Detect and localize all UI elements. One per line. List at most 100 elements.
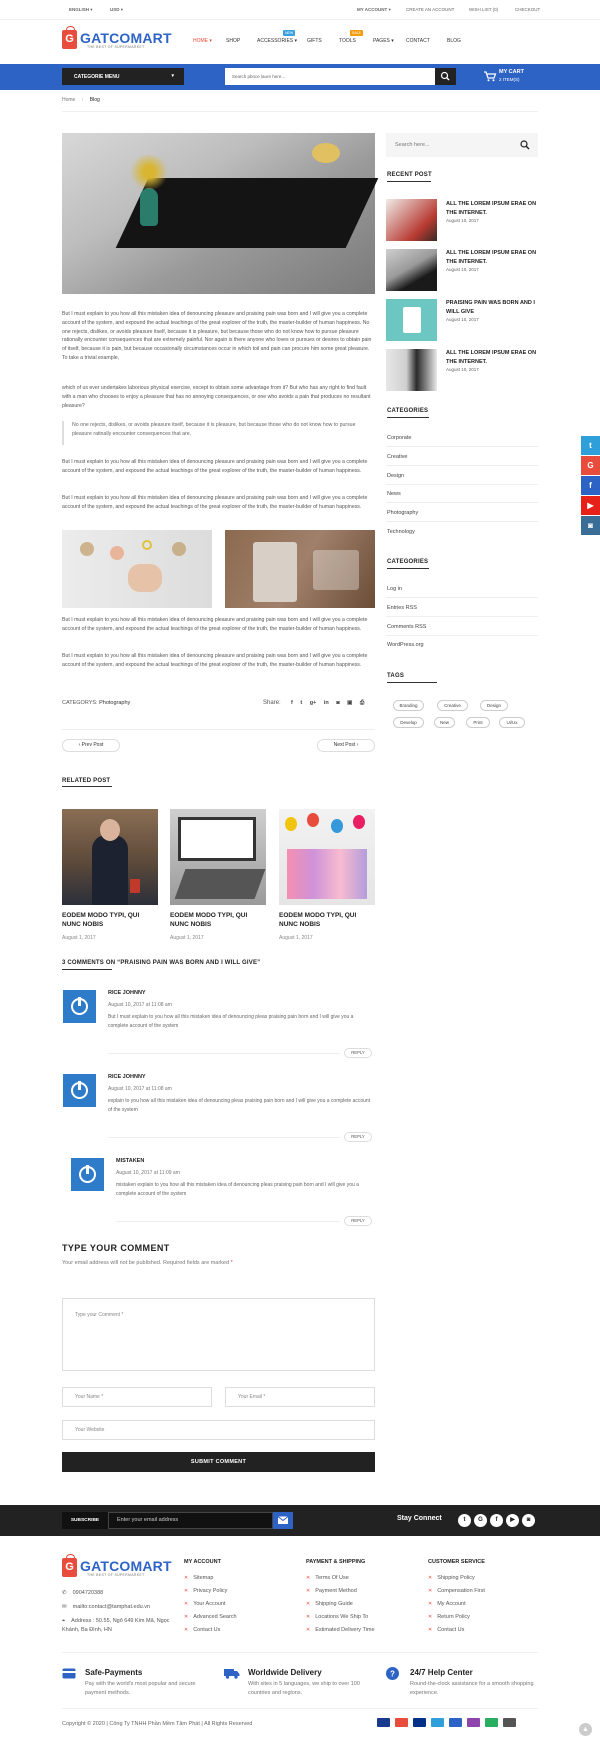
checkout-link[interactable]: CHECKOUT bbox=[515, 7, 540, 12]
facebook-icon[interactable]: f bbox=[490, 1514, 503, 1527]
nav-shop[interactable]: SHOP bbox=[226, 38, 240, 44]
instagram-icon[interactable]: ◙ bbox=[581, 516, 600, 535]
wishlist-link[interactable]: WISH LIST (0) bbox=[469, 7, 498, 12]
category-item[interactable]: Corporate bbox=[387, 435, 411, 441]
meta-item[interactable]: Log in bbox=[387, 586, 402, 592]
nav-contact[interactable]: CONTACT bbox=[406, 38, 430, 44]
logo-text[interactable]: GATCOMART bbox=[80, 30, 172, 46]
twitter-icon[interactable]: t bbox=[581, 436, 600, 455]
recent-post-title-2[interactable]: ALL THE LOREM IPSUM ERAE ON THE INTERNET… bbox=[446, 249, 538, 266]
comment-textarea[interactable]: Type your Comment * bbox=[62, 1298, 375, 1371]
footer-link[interactable]: ✕ Compensation First bbox=[428, 1588, 485, 1594]
create-account-link[interactable]: CREATE AN ACCOUNT bbox=[406, 7, 454, 12]
facebook-icon[interactable]: f bbox=[581, 476, 600, 495]
footer-link[interactable]: ✕ Sitemap bbox=[184, 1575, 213, 1581]
language-select[interactable]: ENGLISH ▾ bbox=[69, 7, 93, 13]
newsletter-submit-button[interactable] bbox=[273, 1512, 293, 1529]
nav-gifts[interactable]: GIFTS bbox=[307, 38, 322, 44]
recent-post-title-1[interactable]: ALL THE LOREM IPSUM ERAE ON THE INTERNET… bbox=[446, 200, 538, 217]
google-icon[interactable]: G bbox=[581, 456, 600, 475]
email-text[interactable]: mailto:contact@tamphat.edu.vn bbox=[73, 1604, 150, 1610]
category-item[interactable]: Design bbox=[387, 473, 404, 479]
category-menu-button[interactable]: CATEGORIE MENU ▾ bbox=[62, 68, 184, 85]
recent-post-title-3[interactable]: PRAISING PAIN WAS BORN AND I WILL GIVE bbox=[446, 299, 538, 316]
tag-item[interactable]: Print bbox=[466, 717, 490, 728]
tag-item[interactable]: Design bbox=[480, 700, 508, 711]
cart-button[interactable]: MY CART 2 ITEM(S) bbox=[483, 68, 543, 86]
recent-post-image-3[interactable] bbox=[386, 299, 437, 341]
email-field[interactable]: Your Email * bbox=[225, 1387, 375, 1407]
twitter-icon[interactable]: t bbox=[300, 700, 302, 706]
nav-accessories[interactable]: ACCESSORIES ▾ bbox=[257, 38, 297, 44]
footer-link[interactable]: ✕ Shipping Guide bbox=[306, 1601, 353, 1607]
facebook-icon[interactable]: f bbox=[291, 700, 293, 706]
phone-text[interactable]: 0904720388 bbox=[73, 1590, 104, 1596]
tag-item[interactable]: Ui/Ux bbox=[499, 717, 525, 728]
category-item[interactable]: News bbox=[387, 491, 401, 497]
reply-button[interactable]: REPLY bbox=[344, 1132, 372, 1142]
related-image-2[interactable] bbox=[170, 809, 266, 905]
tag-item[interactable]: Develop bbox=[393, 717, 424, 728]
website-field[interactable]: Your Website bbox=[62, 1420, 375, 1440]
tumblr-icon[interactable]: ▣ bbox=[347, 700, 352, 706]
name-field[interactable]: Your Name * bbox=[62, 1387, 212, 1407]
google-icon[interactable]: G bbox=[474, 1514, 487, 1527]
google-plus-icon[interactable]: g+ bbox=[310, 700, 317, 706]
recent-post-image-2[interactable] bbox=[386, 249, 437, 291]
back-to-top-icon[interactable]: ▲ bbox=[579, 1723, 592, 1736]
footer-logo-text[interactable]: GATCOMART bbox=[80, 1558, 172, 1574]
category-link[interactable]: Photography bbox=[99, 700, 130, 706]
related-title-1[interactable]: EODEM MODO TYPI, QUI NUNC NOBIS bbox=[62, 912, 158, 929]
instagram-icon[interactable]: ◙ bbox=[336, 700, 339, 706]
twitter-icon[interactable]: t bbox=[458, 1514, 471, 1527]
meta-item[interactable]: Comments RSS bbox=[387, 624, 426, 630]
footer-link[interactable]: ✕ Shipping Policy bbox=[428, 1575, 475, 1581]
nav-pages[interactable]: PAGES ▾ bbox=[373, 38, 394, 44]
footer-link[interactable]: ✕ Your Account bbox=[184, 1601, 225, 1607]
currency-select[interactable]: USD ▾ bbox=[110, 7, 123, 13]
prev-post-button[interactable]: ‹ Prev Post bbox=[62, 739, 120, 752]
my-account-link[interactable]: MY ACCOUNT ▾ bbox=[357, 7, 391, 13]
tag-item[interactable]: Creative bbox=[437, 700, 468, 711]
recent-post-image-4[interactable] bbox=[386, 349, 437, 391]
tag-item[interactable]: New bbox=[434, 717, 455, 728]
related-title-3[interactable]: EODEM MODO TYPI, QUI NUNC NOBIS bbox=[279, 912, 375, 929]
footer-link[interactable]: ✕ Locations We Ship To bbox=[306, 1614, 368, 1620]
footer-link[interactable]: ✕ Privacy Policy bbox=[184, 1588, 227, 1594]
reply-button[interactable]: REPLY bbox=[344, 1216, 372, 1226]
related-title-2[interactable]: EODEM MODO TYPI, QUI NUNC NOBIS bbox=[170, 912, 266, 929]
nav-blog[interactable]: BLOG bbox=[447, 38, 461, 44]
recent-post-title-4[interactable]: ALL THE LOREM IPSUM ERAE ON THE INTERNET… bbox=[446, 349, 538, 366]
tag-item[interactable]: Branding bbox=[393, 700, 424, 711]
footer-link[interactable]: ✕ Terms Of Use bbox=[306, 1575, 349, 1581]
breadcrumb-home[interactable]: Home bbox=[62, 97, 75, 103]
nav-tools[interactable]: TOOLS bbox=[339, 38, 356, 44]
search-button[interactable] bbox=[435, 68, 456, 85]
next-post-button[interactable]: Next Post › bbox=[317, 739, 375, 752]
category-item[interactable]: Photography bbox=[387, 510, 418, 516]
category-item[interactable]: Creative bbox=[387, 454, 407, 460]
footer-logo-icon[interactable]: G bbox=[62, 1554, 77, 1577]
newsletter-email-input[interactable]: Enter your email address bbox=[108, 1512, 273, 1529]
meta-item[interactable]: WordPress.org bbox=[387, 642, 424, 648]
footer-link[interactable]: ✕ My Account bbox=[428, 1601, 466, 1607]
nav-home[interactable]: HOME ▾ bbox=[193, 38, 212, 44]
search-input[interactable]: Search pbnce laure here... bbox=[225, 68, 435, 85]
youtube-icon[interactable]: ▶ bbox=[506, 1514, 519, 1527]
linkedin-icon[interactable]: in bbox=[324, 700, 329, 706]
sidebar-search-input[interactable]: Search here... bbox=[386, 133, 538, 157]
footer-link[interactable]: ✕ Payment Method bbox=[306, 1588, 357, 1594]
submit-comment-button[interactable]: SUBMIT COMMENT bbox=[62, 1452, 375, 1472]
footer-link[interactable]: ✕ Return Policy bbox=[428, 1614, 470, 1620]
youtube-icon[interactable]: ▶ bbox=[581, 496, 600, 515]
category-item[interactable]: Technology bbox=[387, 529, 415, 535]
footer-link[interactable]: ✕ Contact Us bbox=[428, 1627, 464, 1633]
logo-icon[interactable]: G bbox=[62, 26, 77, 49]
footer-link[interactable]: ✕ Advanced Search bbox=[184, 1614, 237, 1620]
related-image-3[interactable] bbox=[279, 809, 375, 905]
related-image-1[interactable] bbox=[62, 809, 158, 905]
footer-link[interactable]: ✕ Estimated Delivery Time bbox=[306, 1627, 375, 1633]
search-icon[interactable] bbox=[520, 140, 530, 150]
recent-post-image-1[interactable] bbox=[386, 199, 437, 241]
print-icon[interactable]: ⎙ bbox=[360, 700, 364, 706]
